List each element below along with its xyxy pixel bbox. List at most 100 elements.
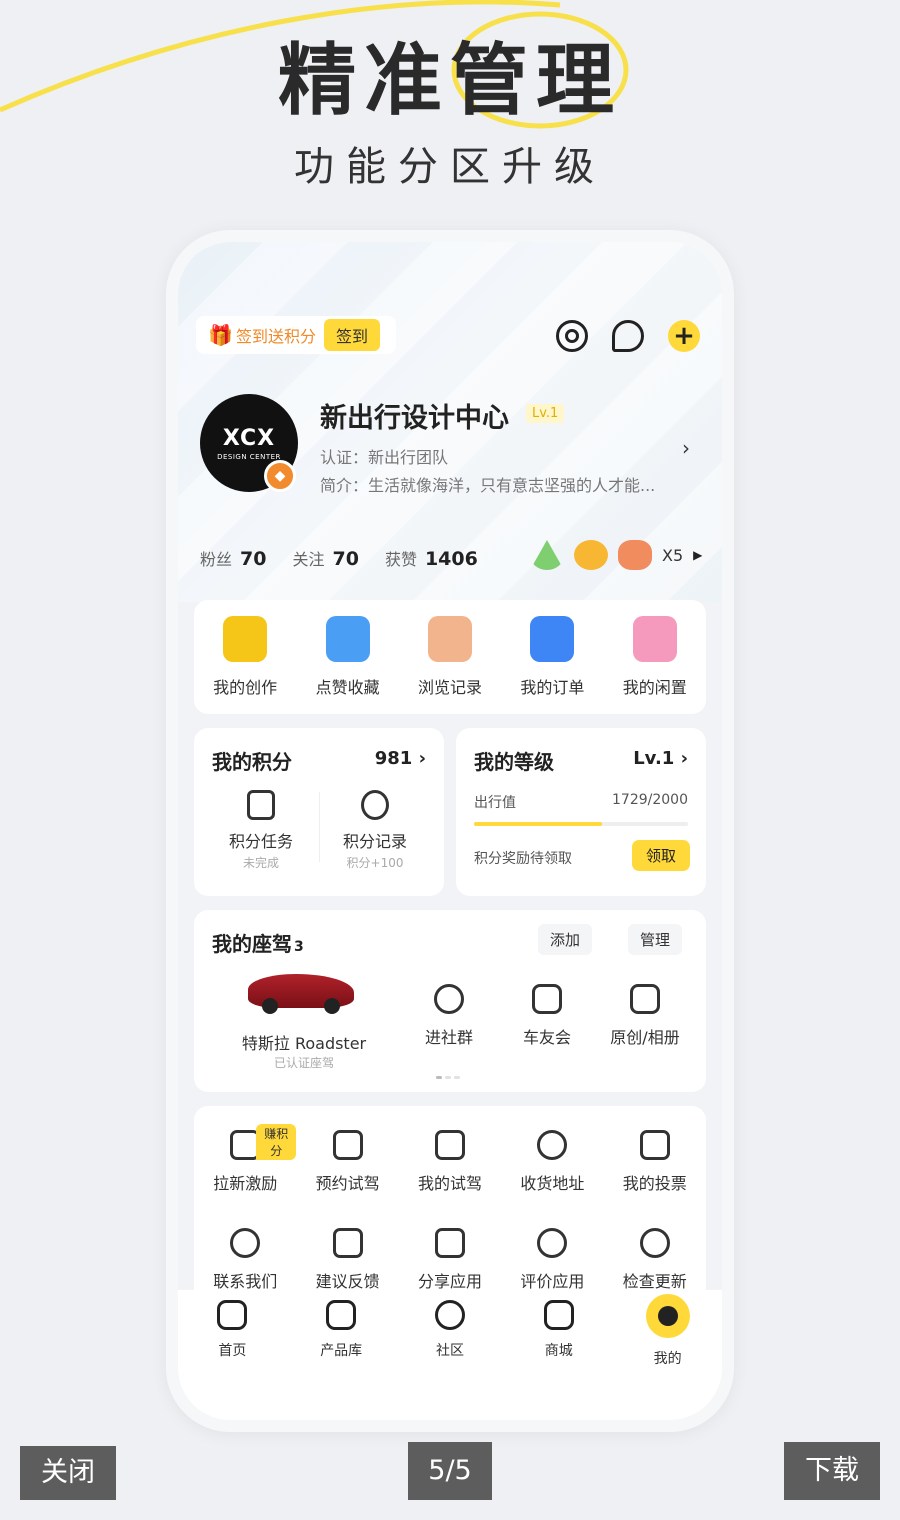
add-car-button[interactable]: 添加 bbox=[538, 924, 593, 955]
tab-mall[interactable]: 商城 bbox=[519, 1300, 599, 1420]
level-progress-bar bbox=[474, 822, 688, 826]
earn-points-badge: 赚积分 bbox=[256, 1124, 297, 1160]
tab-products[interactable]: 产品库 bbox=[301, 1300, 381, 1420]
quick-action-label: 我的订单 bbox=[520, 678, 585, 697]
bar-chart-icon bbox=[639, 1130, 670, 1160]
car-image[interactable] bbox=[248, 974, 354, 1014]
car-verified-label: 已认证座驾 bbox=[273, 1056, 334, 1070]
tab-home[interactable]: 首页 bbox=[192, 1300, 272, 1420]
level-progress-fill bbox=[474, 822, 603, 826]
profile-stats: 粉丝 70 关注 70 获赞 1406 bbox=[200, 546, 478, 570]
tool-label: 我的投票 bbox=[622, 1174, 687, 1193]
points-card[interactable]: 我的积分 981 › 积分任务 未完成 积分记录 积分+100 bbox=[194, 728, 444, 896]
tool-label: 我的试驾 bbox=[417, 1174, 482, 1193]
tool-share-app[interactable]: 分享应用 bbox=[399, 1228, 501, 1292]
quick-action-idle[interactable]: 我的闲置 bbox=[609, 616, 701, 714]
tool-label: 检查更新 bbox=[622, 1272, 687, 1291]
profile-face-icon bbox=[645, 1294, 690, 1338]
verified-badge-icon: ◆ bbox=[264, 460, 296, 492]
tool-invite-reward[interactable]: 赚积分 拉新激励 bbox=[194, 1124, 297, 1194]
profile-name: 新出行设计中心 bbox=[320, 403, 509, 434]
arrow-up-circle-icon bbox=[639, 1228, 670, 1258]
level-tag: Lv.1 bbox=[526, 404, 565, 423]
profile-intro: 简介：生活就像海洋，只有意志坚强的人才能... bbox=[320, 476, 656, 495]
tool-shipping-address[interactable]: 收货地址 bbox=[501, 1130, 603, 1194]
signin-button[interactable]: 签到 bbox=[324, 319, 381, 351]
settings-icon[interactable] bbox=[556, 320, 588, 352]
points-record[interactable]: 积分记录 积分+100 bbox=[320, 790, 430, 871]
level-card[interactable]: 我的等级 Lv.1 › 出行值 1729/2000 积分奖励待领取 领取 bbox=[456, 728, 706, 896]
document-clock-icon bbox=[434, 1130, 465, 1160]
original-album-button[interactable]: 原创/相册 bbox=[600, 984, 690, 1048]
tool-label: 收货地址 bbox=[520, 1174, 585, 1193]
edit-album-icon bbox=[630, 984, 660, 1014]
car-club-icon bbox=[532, 984, 562, 1014]
quick-action-label: 我的闲置 bbox=[622, 678, 687, 697]
message-icon[interactable] bbox=[612, 320, 644, 352]
task-list-icon bbox=[247, 790, 275, 820]
tool-check-update[interactable]: 检查更新 bbox=[604, 1228, 706, 1292]
join-group-button[interactable]: 进社群 bbox=[404, 984, 494, 1048]
level-value[interactable]: Lv.1 › bbox=[633, 748, 688, 769]
points-task[interactable]: 积分任务 未完成 bbox=[206, 790, 316, 871]
hero-title: 精准管理 bbox=[277, 36, 622, 126]
tab-label: 社区 bbox=[435, 1343, 464, 1359]
quick-action-creation[interactable]: 我的创作 bbox=[199, 616, 291, 714]
level-metric: 出行值 1729/2000 bbox=[474, 792, 688, 812]
headset-icon bbox=[230, 1228, 261, 1258]
quick-action-label: 浏览记录 bbox=[417, 678, 482, 697]
car-name: 特斯拉 Roadster bbox=[241, 1034, 367, 1053]
tool-my-test-drive[interactable]: 我的试驾 bbox=[399, 1130, 501, 1194]
points-value[interactable]: 981 › bbox=[375, 748, 426, 769]
car-front-icon bbox=[332, 1130, 363, 1160]
location-pin-icon bbox=[537, 1130, 568, 1160]
quick-action-history[interactable]: 浏览记录 bbox=[404, 616, 496, 714]
seat-action-label: 进社群 bbox=[424, 1028, 473, 1047]
phone-frame: 🎁 签到送积分 签到 + XCX DESIGN CENTER ◆ 新出行设计中心… bbox=[166, 230, 734, 1432]
tool-label: 联系我们 bbox=[213, 1272, 278, 1291]
home-icon bbox=[217, 1300, 248, 1330]
stat-likes[interactable]: 获赞 1406 bbox=[385, 546, 478, 570]
stat-following[interactable]: 关注 70 bbox=[292, 546, 358, 570]
avatar-tag: DESIGN CENTER bbox=[217, 452, 281, 461]
favorites-icon bbox=[325, 616, 370, 662]
points-task-sub: 未完成 bbox=[242, 856, 279, 870]
tab-mine[interactable]: 我的 bbox=[628, 1294, 708, 1420]
share-icon bbox=[434, 1228, 465, 1258]
quick-action-orders[interactable]: 我的订单 bbox=[506, 616, 598, 714]
manage-cars-button[interactable]: 管理 bbox=[628, 924, 683, 955]
car-icon bbox=[326, 1300, 357, 1330]
points-title: 我的积分 bbox=[212, 750, 292, 774]
tool-my-votes[interactable]: 我的投票 bbox=[604, 1130, 706, 1194]
tab-label: 商城 bbox=[544, 1343, 573, 1359]
tab-label: 首页 bbox=[218, 1343, 247, 1359]
creation-icon bbox=[223, 616, 268, 662]
tab-community[interactable]: 社区 bbox=[410, 1300, 490, 1420]
history-icon bbox=[427, 616, 472, 662]
tool-feedback[interactable]: 建议反馈 bbox=[296, 1228, 398, 1292]
points-record-sub: 积分+100 bbox=[346, 856, 404, 870]
medal-row[interactable]: X5 ▶ bbox=[530, 540, 702, 570]
tool-label: 建议反馈 bbox=[315, 1272, 380, 1291]
reward-label: 积分奖励待领取 bbox=[474, 851, 572, 867]
level-metric-label: 出行值 bbox=[474, 795, 516, 811]
tool-contact-us[interactable]: 联系我们 bbox=[194, 1228, 296, 1292]
tool-rate-app[interactable]: 评价应用 bbox=[501, 1228, 603, 1292]
idle-box-icon bbox=[632, 616, 677, 662]
claim-button[interactable]: 领取 bbox=[631, 840, 690, 871]
stat-fans[interactable]: 粉丝 70 bbox=[200, 546, 266, 570]
tool-book-test-drive[interactable]: 预约试驾 bbox=[296, 1130, 398, 1194]
tools-card: 赚积分 拉新激励 预约试驾 我的试驾 收货地址 我的投票 联系我们 建议反馈 分享… bbox=[194, 1106, 706, 1316]
chevron-right-icon[interactable]: › bbox=[682, 436, 690, 460]
close-button[interactable]: 关闭 bbox=[20, 1446, 116, 1500]
download-button[interactable]: 下载 bbox=[784, 1442, 880, 1500]
tool-label: 评价应用 bbox=[520, 1272, 585, 1291]
tab-label: 产品库 bbox=[320, 1343, 363, 1359]
signin-banner[interactable]: 🎁 签到送积分 签到 bbox=[196, 316, 396, 354]
car-club-button[interactable]: 车友会 bbox=[502, 984, 592, 1048]
quick-action-favorites[interactable]: 点赞收藏 bbox=[302, 616, 394, 714]
add-icon[interactable]: + bbox=[668, 320, 700, 352]
quick-action-label: 我的创作 bbox=[213, 678, 278, 697]
play-arrow-icon: ▶ bbox=[693, 548, 703, 562]
medal-icon bbox=[530, 540, 564, 570]
